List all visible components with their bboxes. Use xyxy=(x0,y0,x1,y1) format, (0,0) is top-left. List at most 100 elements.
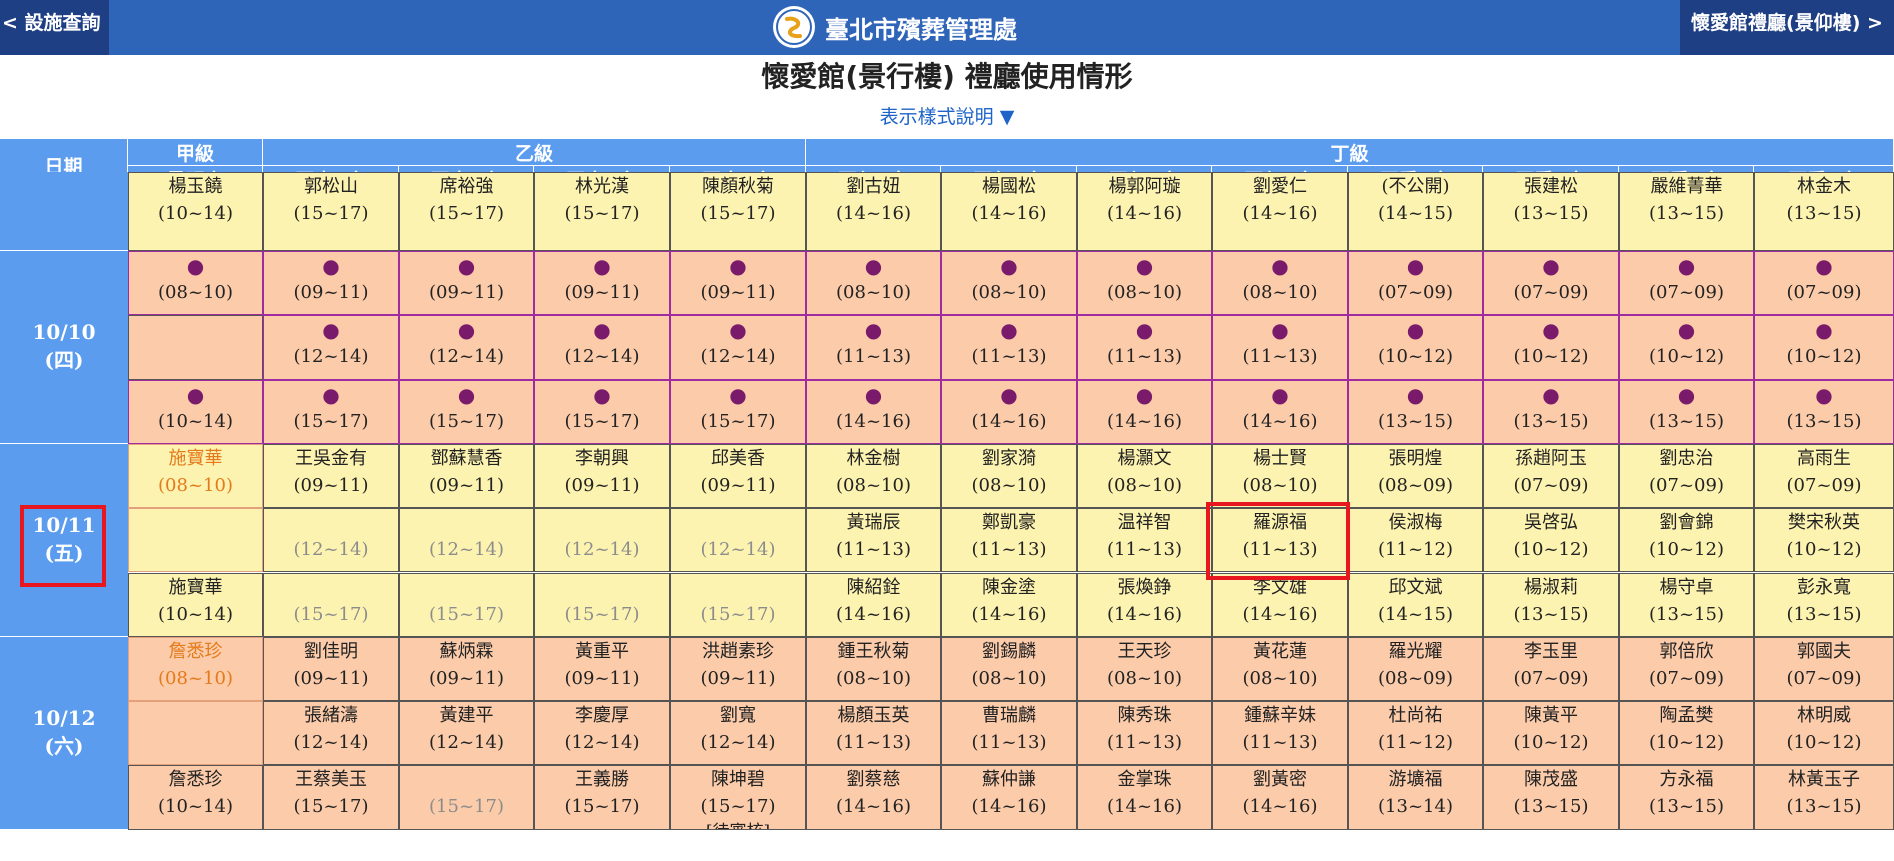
booking-cell[interactable]: ● (11~13) xyxy=(806,315,941,380)
booking-cell[interactable]: 劉會錦 (10~12) xyxy=(1619,508,1754,573)
booking-cell[interactable]: 林明威 (10~12) xyxy=(1754,701,1894,766)
booking-cell[interactable]: 劉古妞 (14~16) xyxy=(806,172,941,251)
booking-cell[interactable]: ● (12~14) xyxy=(670,315,806,380)
booking-cell[interactable]: ● (11~13) xyxy=(1077,315,1212,380)
booking-cell[interactable] xyxy=(128,701,263,766)
booking-cell[interactable]: ● (08~10) xyxy=(941,251,1077,316)
booking-cell[interactable]: 鍾蘇辛妹 (11~13) xyxy=(1212,701,1348,766)
booking-cell[interactable]: 陳黃平 (10~12) xyxy=(1483,701,1619,766)
booking-cell[interactable] xyxy=(128,315,263,380)
booking-cell[interactable]: (15~17) xyxy=(399,765,534,830)
booking-cell[interactable]: 王蔡美玉 (15~17) xyxy=(263,765,399,830)
booking-cell[interactable]: 嚴維菁華 (13~15) xyxy=(1619,172,1754,251)
booking-cell[interactable]: 劉黃密 (14~16) xyxy=(1212,765,1348,830)
booking-cell[interactable]: ● (15~17) xyxy=(399,379,534,444)
booking-cell[interactable]: (不公開) (14~15) xyxy=(1348,172,1483,251)
booking-cell[interactable]: ● (12~14) xyxy=(263,315,399,380)
booking-cell[interactable]: ● (10~14) xyxy=(128,379,263,444)
booking-cell[interactable]: 詹悉珍 (10~14) xyxy=(128,765,263,830)
booking-cell[interactable]: 劉家漪 (08~10) xyxy=(941,443,1077,509)
booking-cell[interactable]: (15~17) xyxy=(534,572,670,637)
booking-cell[interactable]: 黃重平 (09~11) xyxy=(534,636,670,702)
booking-cell[interactable]: ● (12~14) xyxy=(534,315,670,380)
booking-cell[interactable]: 羅源福 (11~13) xyxy=(1212,508,1348,573)
booking-cell[interactable]: 游壙福 (13~14) xyxy=(1348,765,1483,830)
booking-cell[interactable]: 黃瑞辰 (11~13) xyxy=(806,508,941,573)
booking-cell[interactable]: ● (15~17) xyxy=(263,379,399,444)
booking-cell[interactable]: 洪趙素珍 (09~11) xyxy=(670,636,806,702)
booking-cell[interactable]: 蘇炳霖 (09~11) xyxy=(399,636,534,702)
booking-cell[interactable]: 陳秀珠 (11~13) xyxy=(1077,701,1212,766)
booking-cell[interactable]: 方永福 (13~15) xyxy=(1619,765,1754,830)
booking-cell[interactable]: ● (11~13) xyxy=(941,315,1077,380)
booking-cell[interactable]: ● (14~16) xyxy=(941,379,1077,444)
booking-cell[interactable]: 林金木 (13~15) xyxy=(1754,172,1894,251)
booking-cell[interactable]: 李玉里 (07~09) xyxy=(1483,636,1619,702)
booking-cell[interactable]: 王義勝 (15~17) xyxy=(534,765,670,830)
booking-cell[interactable]: 邱美香 (09~11) xyxy=(670,443,806,509)
booking-cell[interactable]: 温祥智 (11~13) xyxy=(1077,508,1212,573)
booking-cell[interactable]: 曹瑞麟 (11~13) xyxy=(941,701,1077,766)
booking-cell[interactable]: 蘇仲謙 (14~16) xyxy=(941,765,1077,830)
booking-cell[interactable]: 楊灝文 (08~10) xyxy=(1077,443,1212,509)
booking-cell[interactable]: 王吳金有 (09~11) xyxy=(263,443,399,509)
booking-cell[interactable]: 李文雄 (14~16) xyxy=(1212,572,1348,637)
booking-cell[interactable]: 楊玉饒 (10~14) xyxy=(128,172,263,251)
booking-cell[interactable]: 林光漢 (15~17) xyxy=(534,172,670,251)
booking-cell[interactable]: ● (07~09) xyxy=(1348,251,1483,316)
booking-cell[interactable]: 劉錫麟 (08~10) xyxy=(941,636,1077,702)
booking-cell[interactable]: 金掌珠 (14~16) xyxy=(1077,765,1212,830)
booking-cell[interactable]: 邱文斌 (14~15) xyxy=(1348,572,1483,637)
booking-cell[interactable]: ● (09~11) xyxy=(399,251,534,316)
booking-cell[interactable]: 鄭凱豪 (11~13) xyxy=(941,508,1077,573)
booking-cell[interactable]: ● (08~10) xyxy=(128,251,263,316)
booking-cell[interactable]: 黃建平 (12~14) xyxy=(399,701,534,766)
booking-cell[interactable]: ● (07~09) xyxy=(1483,251,1619,316)
booking-cell[interactable]: 席裕強 (15~17) xyxy=(399,172,534,251)
booking-cell[interactable]: 劉愛仁 (14~16) xyxy=(1212,172,1348,251)
booking-cell[interactable]: ● (08~10) xyxy=(1077,251,1212,316)
booking-cell[interactable]: ● (09~11) xyxy=(534,251,670,316)
booking-cell[interactable]: 楊郭阿璇 (14~16) xyxy=(1077,172,1212,251)
booking-cell[interactable]: (15~17) xyxy=(670,572,806,637)
booking-cell[interactable]: ● (10~12) xyxy=(1619,315,1754,380)
booking-cell[interactable]: ● (07~09) xyxy=(1754,251,1894,316)
booking-cell[interactable]: ● (11~13) xyxy=(1212,315,1348,380)
booking-cell[interactable]: (15~17) xyxy=(263,572,399,637)
booking-cell[interactable]: 陳茂盛 (13~15) xyxy=(1483,765,1619,830)
booking-cell[interactable]: 郭松山 (15~17) xyxy=(263,172,399,251)
booking-cell[interactable]: 楊守卓 (13~15) xyxy=(1619,572,1754,637)
booking-cell[interactable]: 鄧蘇慧香 (09~11) xyxy=(399,443,534,509)
booking-cell[interactable]: ● (10~12) xyxy=(1483,315,1619,380)
booking-cell[interactable]: 陳顏秋菊 (15~17) xyxy=(670,172,806,251)
booking-cell[interactable]: 劉忠治 (07~09) xyxy=(1619,443,1754,509)
booking-cell[interactable]: 劉蔡慈 (14~16) xyxy=(806,765,941,830)
booking-cell[interactable]: 楊士賢 (08~10) xyxy=(1212,443,1348,509)
booking-cell[interactable]: 張煥錚 (14~16) xyxy=(1077,572,1212,637)
booking-cell[interactable]: ● (14~16) xyxy=(806,379,941,444)
back-to-facility-search-link[interactable]: < 設施查詢 xyxy=(0,0,109,55)
booking-cell[interactable]: ● (09~11) xyxy=(263,251,399,316)
booking-cell[interactable]: 鍾王秋菊 (08~10) xyxy=(806,636,941,702)
booking-cell[interactable]: ● (13~15) xyxy=(1619,379,1754,444)
booking-cell[interactable]: 張明煌 (08~09) xyxy=(1348,443,1483,509)
booking-cell[interactable]: 林黃玉子 (13~15) xyxy=(1754,765,1894,830)
booking-cell[interactable]: ● (13~15) xyxy=(1348,379,1483,444)
booking-cell[interactable]: 詹悉珍 (08~10) xyxy=(128,636,263,702)
booking-cell[interactable]: 陶孟樊 (10~12) xyxy=(1619,701,1754,766)
booking-cell[interactable]: ● (14~16) xyxy=(1077,379,1212,444)
booking-cell[interactable]: 劉佳明 (09~11) xyxy=(263,636,399,702)
booking-cell[interactable]: 孫趙阿玉 (07~09) xyxy=(1483,443,1619,509)
booking-cell[interactable]: 陳紹銓 (14~16) xyxy=(806,572,941,637)
booking-cell[interactable]: ● (09~11) xyxy=(670,251,806,316)
booking-cell[interactable]: 吳啓弘 (10~12) xyxy=(1483,508,1619,573)
booking-cell[interactable]: ● (12~14) xyxy=(399,315,534,380)
booking-cell[interactable]: 黃花蓮 (08~10) xyxy=(1212,636,1348,702)
booking-cell[interactable]: 陳金塗 (14~16) xyxy=(941,572,1077,637)
booking-cell[interactable]: 劉寬 (12~14) xyxy=(670,701,806,766)
booking-cell[interactable]: 楊顏玉英 (11~13) xyxy=(806,701,941,766)
booking-cell[interactable]: ● (10~12) xyxy=(1348,315,1483,380)
booking-cell[interactable]: ● (08~10) xyxy=(806,251,941,316)
booking-cell[interactable]: 郭倍欣 (07~09) xyxy=(1619,636,1754,702)
booking-cell[interactable]: 彭永寬 (13~15) xyxy=(1754,572,1894,637)
